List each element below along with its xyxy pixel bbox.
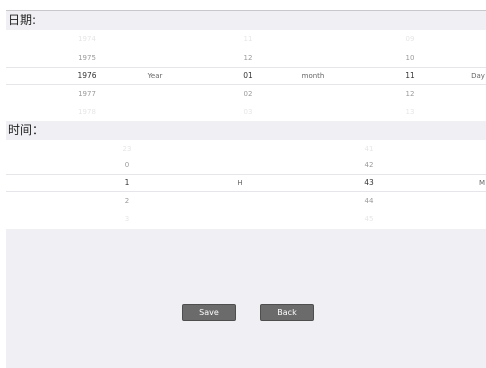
- day-option[interactable]: 12: [406, 86, 415, 103]
- day-option[interactable]: 13: [406, 104, 415, 121]
- date-picker[interactable]: 1974 11 09 1975 12 10 1976 Year 01 month…: [6, 31, 486, 119]
- minute-unit-label: M: [478, 179, 486, 187]
- hour-option[interactable]: 3: [125, 211, 129, 228]
- date-row-selected: 1976 Year 01 month 11 Day: [6, 67, 486, 85]
- selected-day[interactable]: 11: [405, 68, 415, 84]
- selected-minute[interactable]: 43: [364, 175, 374, 191]
- month-option[interactable]: 03: [244, 104, 253, 121]
- month-unit-label: month: [301, 72, 325, 80]
- time-section-header: 时间：: [6, 121, 486, 140]
- hour-option[interactable]: 23: [123, 141, 132, 158]
- time-row-next2: 3 45: [6, 211, 486, 228]
- year-option[interactable]: 1978: [78, 104, 96, 121]
- year-unit-label: Year: [147, 72, 163, 80]
- hour-unit-label: H: [237, 179, 243, 187]
- hour-option[interactable]: 2: [125, 193, 129, 210]
- selected-month[interactable]: 01: [243, 68, 253, 84]
- time-row-prev1: 0 42: [6, 157, 486, 174]
- time-picker[interactable]: 23 41 0 42 1 H 43 M 2 44 3 45: [6, 141, 486, 229]
- minute-option[interactable]: 41: [365, 141, 374, 158]
- selected-hour[interactable]: 1: [125, 175, 130, 191]
- day-unit-label: Day: [471, 72, 485, 80]
- save-button[interactable]: Save: [182, 304, 236, 321]
- year-option[interactable]: 1974: [78, 31, 96, 48]
- minute-option[interactable]: 42: [365, 157, 374, 174]
- date-time-picker-screen: 日期: 1974 11 09 1975 12 10 1976 Year 01 m…: [0, 0, 486, 368]
- hour-option[interactable]: 0: [125, 157, 129, 174]
- time-row-selected: 1 H 43 M: [6, 174, 486, 192]
- selected-year[interactable]: 1976: [77, 68, 96, 84]
- button-panel: Save Back: [6, 229, 486, 368]
- date-row-prev2: 1974 11 09: [6, 31, 486, 48]
- month-option[interactable]: 02: [244, 86, 253, 103]
- month-option[interactable]: 12: [244, 50, 253, 67]
- day-option[interactable]: 09: [406, 31, 415, 48]
- time-row-prev2: 23 41: [6, 141, 486, 158]
- date-row-next2: 1978 03 13: [6, 104, 486, 121]
- time-row-next1: 2 44: [6, 193, 486, 210]
- minute-option[interactable]: 45: [365, 211, 374, 228]
- date-section-header: 日期:: [6, 11, 486, 30]
- back-button[interactable]: Back: [260, 304, 314, 321]
- year-option[interactable]: 1975: [78, 50, 96, 67]
- time-section-title: 时间：: [8, 123, 45, 137]
- minute-option[interactable]: 44: [365, 193, 374, 210]
- month-option[interactable]: 11: [244, 31, 253, 48]
- date-row-next1: 1977 02 12: [6, 86, 486, 103]
- date-section-title: 日期:: [8, 13, 37, 27]
- year-option[interactable]: 1977: [78, 86, 96, 103]
- date-row-prev1: 1975 12 10: [6, 50, 486, 67]
- day-option[interactable]: 10: [406, 50, 415, 67]
